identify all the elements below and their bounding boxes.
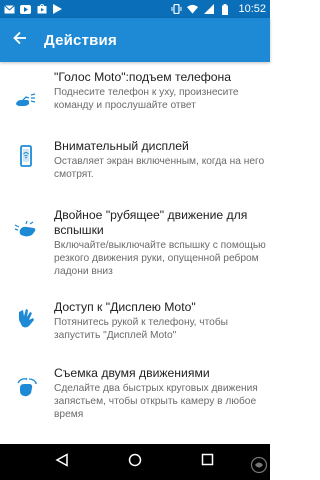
item-desc: Оставляет экран включенным, когда на нег… [54, 156, 265, 180]
list-item-twist-camera[interactable]: Съемка двумя движениями Сделайте два быс… [0, 366, 270, 426]
play-store-icon [36, 4, 47, 15]
item-title: Двойное "рубящее" движение для вспышки [54, 208, 248, 237]
nav-recents-button[interactable] [193, 447, 223, 477]
watermark-logo [250, 456, 268, 474]
nav-back-button[interactable] [47, 447, 77, 477]
hand-chop-icon [14, 220, 38, 244]
list-item-attentive-display[interactable]: Внимательный дисплей Оставляет экран вкл… [0, 139, 270, 183]
youtube-icon [20, 4, 31, 15]
item-desc: Сделайте два быстрых круговых движения з… [54, 383, 258, 420]
play-icon [52, 4, 63, 15]
back-triangle-icon [55, 452, 69, 472]
item-title: Внимательный дисплей [54, 139, 189, 153]
wifi-icon [187, 4, 199, 15]
list-item-chop-flashlight[interactable]: Двойное "рубящее" движение для вспышки В… [0, 208, 270, 294]
app-bar: Действия [0, 18, 270, 62]
item-title: Съемка двумя движениями [54, 366, 210, 380]
hand-reach-icon [14, 306, 38, 330]
arrow-back-icon [13, 31, 27, 50]
home-circle-icon [128, 453, 142, 472]
list-item-moto-display[interactable]: Доступ к "Дисплею Moto" Потянитесь рукой… [0, 300, 270, 346]
status-bar: 10:52 [0, 0, 270, 18]
email-icon [4, 4, 15, 15]
status-time: 10:52 [238, 3, 266, 15]
item-desc: Включайте/выключайте вспышку с помощью р… [54, 240, 266, 277]
nav-bar [0, 444, 270, 480]
item-desc: Поднесите телефон к уху, произнесите ком… [54, 87, 239, 111]
nav-home-button[interactable] [120, 447, 150, 477]
item-title: "Голос Moto":подъем телефона [54, 70, 232, 84]
status-left [4, 4, 63, 15]
vibrate-icon [171, 4, 182, 15]
item-title: Доступ к "Дисплею Moto" [54, 300, 196, 314]
recents-square-icon [201, 453, 214, 471]
item-desc: Потянитесь рукой к телефону, чтобы запус… [54, 317, 228, 341]
screen: 10:52 Действия "Голос Moto":подъем телеф… [0, 0, 270, 480]
signal-icon [203, 4, 214, 15]
list-item-voice-lift[interactable]: "Голос Moto":подъем телефона Поднесите т… [0, 70, 270, 126]
hand-lift-icon [14, 90, 38, 114]
battery-icon [219, 3, 230, 15]
status-right: 10:52 [171, 3, 266, 15]
page-title: Действия [44, 31, 117, 49]
hand-twist-icon [14, 376, 38, 400]
back-button[interactable] [0, 18, 40, 62]
phone-display-icon [14, 145, 38, 169]
